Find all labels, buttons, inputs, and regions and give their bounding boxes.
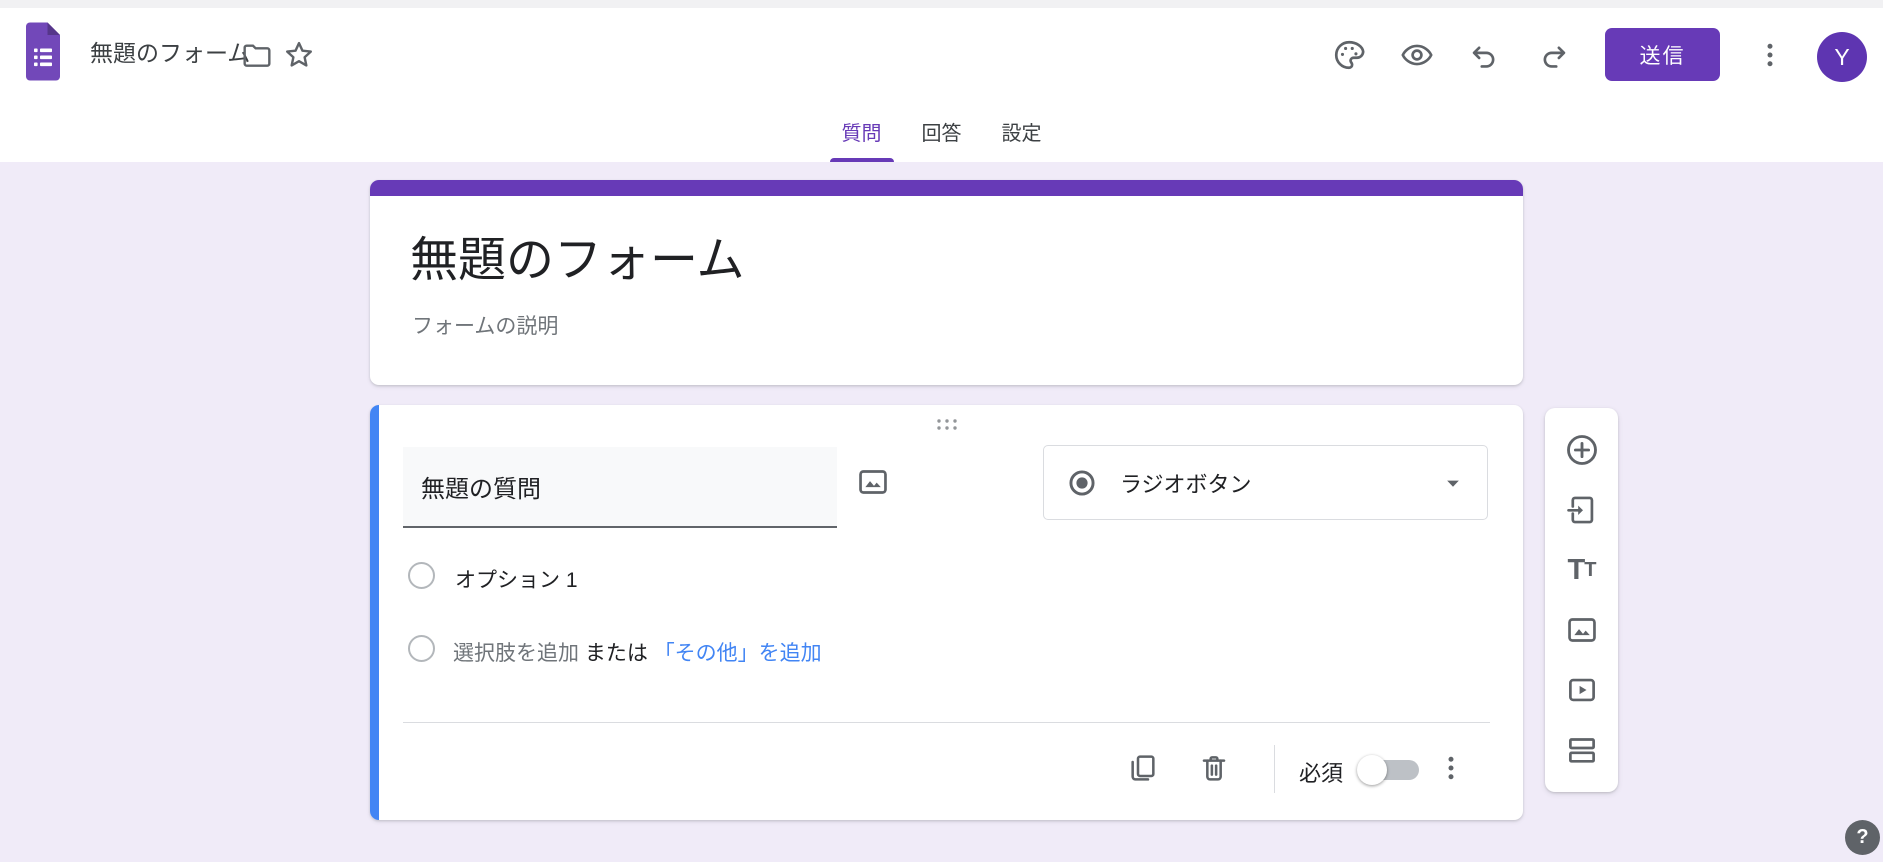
import-questions-button[interactable] [1562,490,1602,530]
app-header: 無題のフォーム [0,8,1883,162]
redo-button[interactable] [1531,33,1575,77]
undo-button[interactable] [1463,33,1507,77]
customize-theme-button[interactable] [1327,33,1371,77]
plus-circle-icon [1564,432,1600,468]
trash-icon [1198,752,1230,784]
tab-bar: 質問 回答 設定 [0,100,1883,162]
preview-button[interactable] [1395,33,1439,77]
tab-responses-label: 回答 [922,117,962,146]
required-toggle[interactable] [1360,760,1419,780]
selected-question-indicator [370,405,379,820]
tab-questions-label: 質問 [842,117,882,146]
tab-settings-label: 設定 [1002,117,1042,146]
delete-question-button[interactable] [1190,744,1238,792]
form-title-card: 無題のフォーム フォームの説明 [370,180,1523,385]
eye-icon [1400,38,1434,72]
tab-responses[interactable]: 回答 [916,100,968,162]
form-description-field[interactable]: フォームの説明 [412,310,558,340]
add-section-icon [1565,733,1599,767]
help-button[interactable]: ? [1845,820,1880,855]
question-title-input[interactable]: 無題の質問 [403,447,837,528]
star-icon [282,38,316,72]
required-label: 必須 [1299,756,1343,788]
send-button[interactable]: 送信 [1605,28,1720,81]
active-tab-indicator [830,158,894,162]
question-type-dropdown[interactable]: ラジオボタン [1043,445,1488,520]
add-option-placeholder[interactable]: 選択肢を追加 [453,642,579,665]
tab-questions[interactable]: 質問 [836,100,888,162]
forms-logo-icon[interactable] [26,22,60,81]
import-questions-icon [1565,493,1599,527]
option-1-radio [408,562,435,589]
add-title-text-button[interactable]: TT [1562,550,1602,590]
footer-divider-vertical [1274,745,1275,793]
duplicate-icon [1126,752,1158,784]
video-icon [1565,673,1599,707]
add-image-to-question-button[interactable] [851,460,895,504]
dropdown-arrow-icon [1439,469,1467,497]
star-button[interactable] [277,33,321,77]
more-options-button[interactable] [1748,33,1792,77]
redo-icon [1537,39,1569,71]
duplicate-question-button[interactable] [1118,744,1166,792]
google-forms-editor: 無題のフォーム [0,0,1883,862]
add-option-row: 選択肢を追加 または 「その他」を追加 [453,637,822,667]
help-icon: ? [1856,826,1868,849]
question-title-value: 無題の質問 [403,469,541,504]
undo-icon [1469,39,1501,71]
palette-icon [1332,38,1366,72]
move-to-folder-button[interactable] [234,33,278,77]
image-icon [1565,613,1599,647]
add-image-button[interactable] [1562,610,1602,650]
add-other-option-link[interactable]: 「その他」を追加 [654,642,822,665]
more-vert-icon [1755,40,1785,70]
add-video-button[interactable] [1562,670,1602,710]
question-toolbar: TT [1545,408,1618,792]
question-type-selected-label: ラジオボタン [1120,467,1252,499]
radio-button-type-icon [1066,467,1098,499]
more-vert-icon [1436,753,1466,783]
account-avatar[interactable]: Y [1817,32,1867,82]
add-question-button[interactable] [1562,430,1602,470]
add-option-radio [408,635,435,662]
question-card: 無題の質問 ラジオボタン オプション 1 選択肢を追加 [370,405,1523,820]
browser-edge-strip [0,0,1883,8]
required-toggle-knob [1357,755,1387,785]
option-1-label[interactable]: オプション 1 [455,564,578,594]
theme-color-band [370,180,1523,196]
form-title-field[interactable]: 無題のフォーム [410,220,745,290]
tab-settings[interactable]: 設定 [996,100,1048,162]
add-section-button[interactable] [1562,730,1602,770]
question-footer-divider [403,722,1490,723]
document-title[interactable]: 無題のフォーム [90,34,250,68]
add-option-or-text: または [585,642,654,665]
drag-handle-icon[interactable] [935,417,959,431]
tt-icon: T [1568,556,1585,585]
image-icon [856,465,890,499]
question-more-options-button[interactable] [1427,744,1475,792]
folder-icon [240,39,272,71]
